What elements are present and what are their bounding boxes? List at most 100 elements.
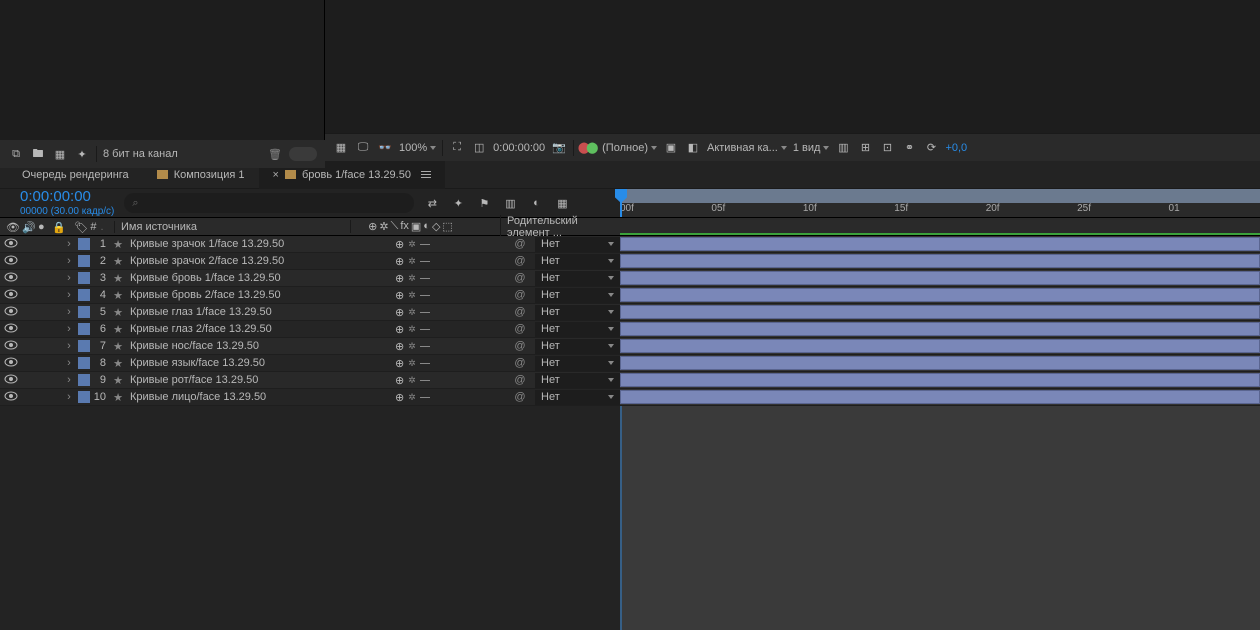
snapshot-icon[interactable]: 📷 bbox=[551, 140, 567, 156]
parent-dropdown[interactable]: Нет bbox=[535, 356, 620, 371]
layer-bar[interactable] bbox=[620, 356, 1260, 370]
parent-dropdown[interactable]: Нет bbox=[535, 254, 620, 269]
timecode-display[interactable]: 0:00:00:00 00000 (30.00 кадр/с) bbox=[8, 189, 114, 217]
resolution-dropdown[interactable]: (Полное) bbox=[602, 142, 657, 154]
views-dropdown[interactable]: 1 вид bbox=[793, 142, 830, 154]
layer-switches[interactable]: ⊕✲ bbox=[385, 238, 505, 251]
frame-icon[interactable]: ▣ bbox=[663, 140, 679, 156]
parent-pickwhip-icon[interactable]: @ bbox=[505, 391, 535, 403]
label-color[interactable] bbox=[78, 272, 90, 284]
layer-row[interactable]: ›4★Кривые бровь 2/face 13.29.50⊕✲@Нет bbox=[0, 287, 620, 304]
exposure-value[interactable]: +0,0 bbox=[945, 142, 967, 154]
layer-row[interactable]: ›10★Кривые лицо/face 13.29.50⊕✲@Нет bbox=[0, 389, 620, 406]
expand-toggle[interactable]: › bbox=[62, 289, 76, 301]
layer-switches[interactable]: ⊕✲ bbox=[385, 357, 505, 370]
parent-pickwhip-icon[interactable]: @ bbox=[505, 340, 535, 352]
time-ruler[interactable]: 00f05f10f15f20f25f01 bbox=[620, 189, 1260, 217]
solo-col-icon[interactable]: ● bbox=[38, 221, 48, 233]
channel-icon[interactable]: ⬤⬤ bbox=[580, 140, 596, 156]
expand-toggle[interactable]: › bbox=[62, 306, 76, 318]
layer-bar[interactable] bbox=[620, 390, 1260, 404]
parent-dropdown[interactable]: Нет bbox=[535, 305, 620, 320]
layer-switches[interactable]: ⊕✲ bbox=[385, 323, 505, 336]
layer-name[interactable]: Кривые зрачок 1/face 13.29.50 bbox=[126, 238, 385, 250]
layer-row[interactable]: ›6★Кривые глаз 2/face 13.29.50⊕✲@Нет bbox=[0, 321, 620, 338]
bpc-label[interactable]: 8 бит на канал bbox=[103, 148, 178, 160]
layer-row[interactable]: ›2★Кривые зрачок 2/face 13.29.50⊕✲@Нет bbox=[0, 253, 620, 270]
layer-row[interactable]: ›8★Кривые язык/face 13.29.50⊕✲@Нет bbox=[0, 355, 620, 372]
parent-pickwhip-icon[interactable]: @ bbox=[505, 255, 535, 267]
parent-dropdown[interactable]: Нет bbox=[535, 339, 620, 354]
settings-icon[interactable]: ✦ bbox=[74, 146, 90, 162]
visibility-toggle[interactable] bbox=[0, 323, 22, 336]
layer-search[interactable]: ⌕ bbox=[124, 193, 414, 213]
layer-name[interactable]: Кривые рот/face 13.29.50 bbox=[126, 374, 385, 386]
parent-pickwhip-icon[interactable]: @ bbox=[505, 357, 535, 369]
label-color[interactable] bbox=[78, 323, 90, 335]
layer-switches[interactable]: ⊕✲ bbox=[385, 306, 505, 319]
parent-pickwhip-icon[interactable]: @ bbox=[505, 272, 535, 284]
preview-timecode[interactable]: 0:00:00:00 bbox=[493, 142, 545, 154]
layer-switches[interactable]: ⊕✲ bbox=[385, 391, 505, 404]
parent-dropdown[interactable]: Нет bbox=[535, 288, 620, 303]
layer-bar[interactable] bbox=[620, 288, 1260, 302]
layer-name[interactable]: Кривые глаз 1/face 13.29.50 bbox=[126, 306, 385, 318]
toggle-pill[interactable] bbox=[289, 147, 317, 161]
parent-pickwhip-icon[interactable]: @ bbox=[505, 306, 535, 318]
expand-toggle[interactable]: › bbox=[62, 391, 76, 403]
toggle-alpha-icon[interactable]: ◧ bbox=[685, 140, 701, 156]
label-color[interactable] bbox=[78, 306, 90, 318]
layer-bar[interactable] bbox=[620, 237, 1260, 251]
folder-icon[interactable]: 🖿 bbox=[30, 146, 46, 162]
parent-pickwhip-icon[interactable]: @ bbox=[505, 289, 535, 301]
parent-pickwhip-icon[interactable]: @ bbox=[505, 374, 535, 386]
expand-toggle[interactable]: › bbox=[62, 323, 76, 335]
parent-dropdown[interactable]: Нет bbox=[535, 322, 620, 337]
parent-dropdown[interactable]: Нет bbox=[535, 373, 620, 388]
name-column-header[interactable]: Имя источника bbox=[114, 221, 350, 233]
work-area-bar[interactable] bbox=[620, 233, 1260, 235]
transparency-icon[interactable]: ◫ bbox=[471, 140, 487, 156]
switches-column-header[interactable]: ⊕✲⟍fx▣◐◇⬚ bbox=[350, 220, 470, 233]
refresh-icon[interactable]: ⟳ bbox=[923, 140, 939, 156]
parent-dropdown[interactable]: Нет bbox=[535, 271, 620, 286]
shy-toggle-icon[interactable]: ⚑ bbox=[476, 195, 492, 211]
trash-icon[interactable]: 🗑 bbox=[267, 146, 283, 162]
layer-bar[interactable] bbox=[620, 322, 1260, 336]
monitor-icon[interactable]: 🖵 bbox=[355, 140, 371, 156]
visibility-toggle[interactable] bbox=[0, 374, 22, 387]
layer-bar[interactable] bbox=[620, 339, 1260, 353]
grid-toggle-icon[interactable]: ⊞ bbox=[857, 140, 873, 156]
draft3d-icon[interactable]: ✦ bbox=[450, 195, 466, 211]
parent-dropdown[interactable]: Нет bbox=[535, 237, 620, 252]
expand-toggle[interactable]: › bbox=[62, 272, 76, 284]
layer-switches[interactable]: ⊕✲ bbox=[385, 272, 505, 285]
layer-switches[interactable]: ⊕✲ bbox=[385, 255, 505, 268]
layer-name[interactable]: Кривые бровь 1/face 13.29.50 bbox=[126, 272, 385, 284]
interpret-icon[interactable]: ⧉ bbox=[8, 146, 24, 162]
label-color[interactable] bbox=[78, 391, 90, 403]
layer-row[interactable]: ›9★Кривые рот/face 13.29.50⊕✲@Нет bbox=[0, 372, 620, 389]
label-col-icon[interactable]: 🏷 bbox=[74, 221, 86, 233]
label-color[interactable] bbox=[78, 357, 90, 369]
proportions-icon[interactable]: ⚭ bbox=[901, 140, 917, 156]
visibility-toggle[interactable] bbox=[0, 238, 22, 251]
visibility-toggle[interactable] bbox=[0, 340, 22, 353]
layer-name[interactable]: Кривые лицо/face 13.29.50 bbox=[126, 391, 385, 403]
visibility-toggle[interactable] bbox=[0, 289, 22, 302]
camera-dropdown[interactable]: Активная ка... bbox=[707, 142, 787, 154]
region-icon[interactable]: ⛶ bbox=[449, 140, 465, 156]
visibility-toggle[interactable] bbox=[0, 255, 22, 268]
preview-viewport[interactable] bbox=[325, 0, 1260, 133]
layer-name[interactable]: Кривые бровь 2/face 13.29.50 bbox=[126, 289, 385, 301]
visibility-toggle[interactable] bbox=[0, 357, 22, 370]
audio-col-icon[interactable]: 🔊 bbox=[22, 221, 34, 233]
num-col[interactable]: # bbox=[90, 221, 96, 233]
layer-row[interactable]: ›3★Кривые бровь 1/face 13.29.50⊕✲@Нет bbox=[0, 270, 620, 287]
grid-icon[interactable]: ▦ bbox=[333, 140, 349, 156]
mask-icon[interactable]: 👓 bbox=[377, 140, 393, 156]
layer-switches[interactable]: ⊕✲ bbox=[385, 340, 505, 353]
label-color[interactable] bbox=[78, 255, 90, 267]
new-comp-icon[interactable]: ▦ bbox=[52, 146, 68, 162]
visibility-toggle[interactable] bbox=[0, 306, 22, 319]
